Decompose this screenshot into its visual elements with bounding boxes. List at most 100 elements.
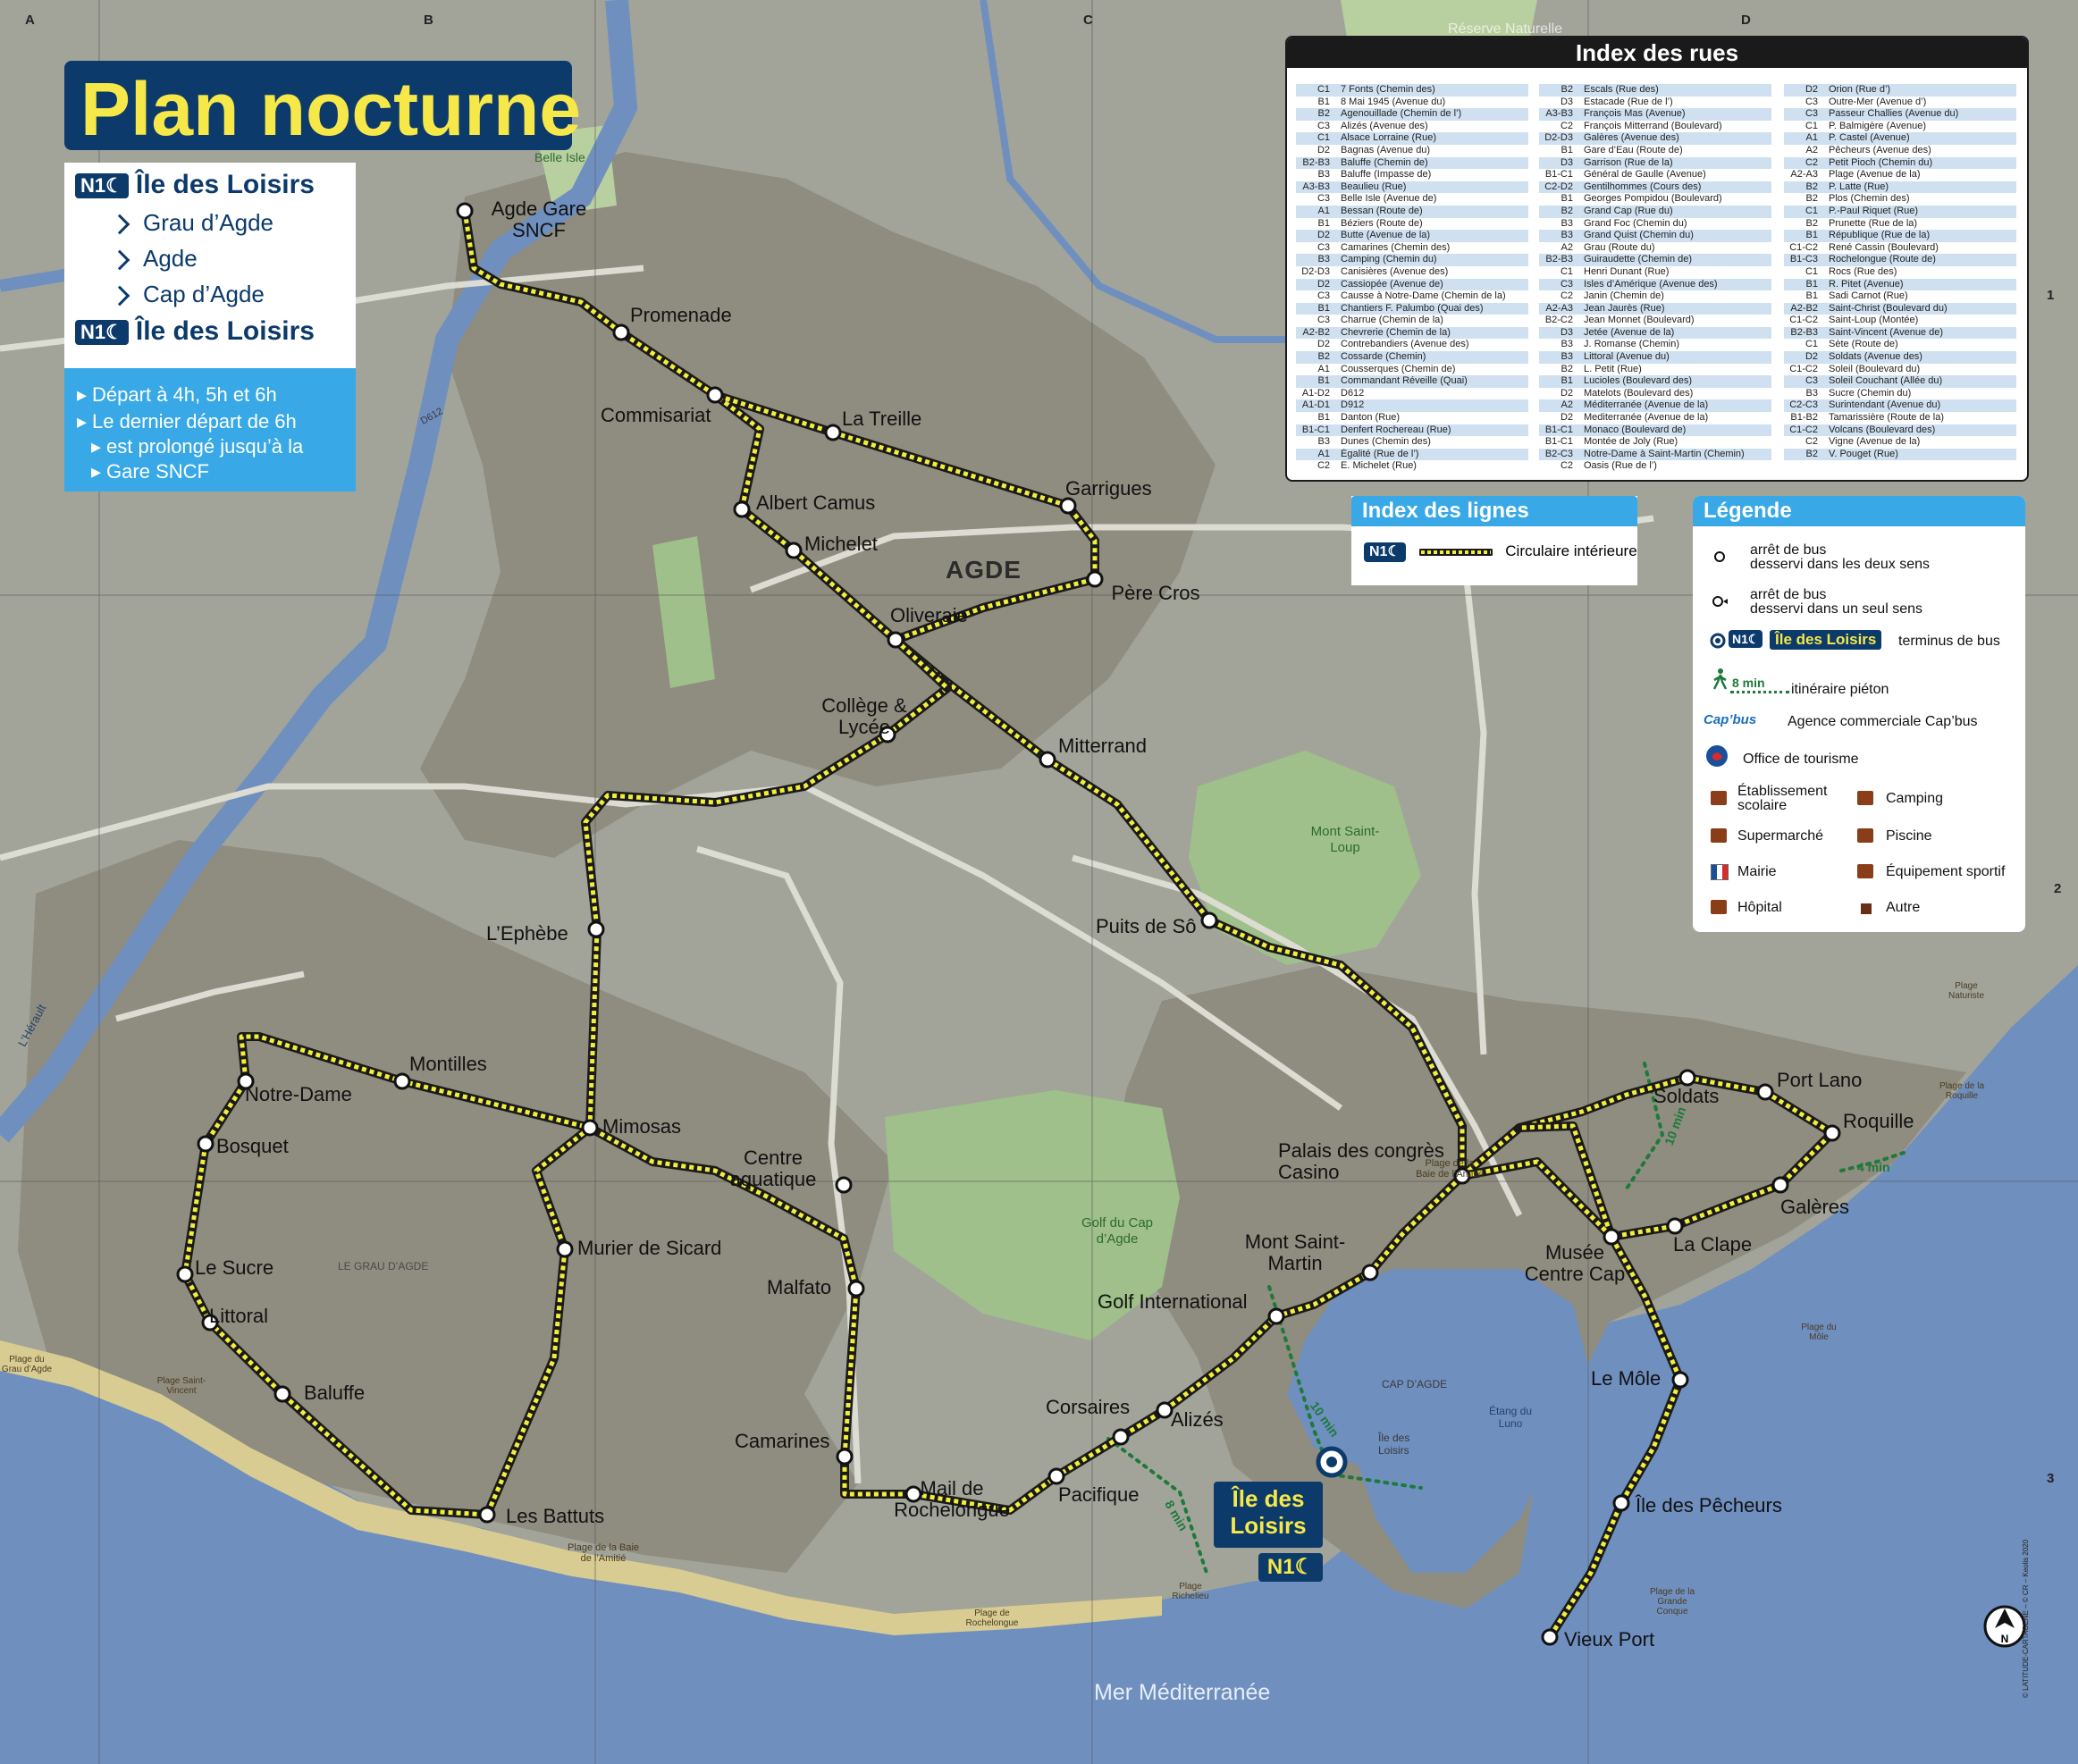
stop-label[interactable]: Notre-Dame — [245, 1083, 352, 1106]
bus-stop-marker[interactable] — [1612, 1494, 1630, 1512]
stop-label[interactable]: Camarines — [735, 1430, 829, 1453]
stop-label[interactable]: Port Lano — [1777, 1069, 1862, 1092]
stop-label[interactable]: Alizés — [1171, 1408, 1224, 1432]
stop-label[interactable]: Pacifique — [1058, 1483, 1140, 1507]
stop-label[interactable]: La Treille — [842, 407, 921, 431]
stop-label[interactable]: Centre aquatique — [715, 1147, 831, 1190]
bus-stop-marker[interactable] — [1756, 1083, 1774, 1101]
stop-label[interactable]: Mont Saint-Martin — [1237, 1231, 1353, 1274]
street-name: Tamarissière (Route de la) — [1829, 412, 1944, 424]
street-grid-ref: B2 — [1561, 363, 1573, 374]
bus-stop-marker[interactable] — [1156, 1401, 1174, 1419]
camping-icon — [1857, 791, 1873, 805]
street-index-row: C3 Outre-Mer (Avenue d’) — [1784, 97, 2016, 109]
street-name: Grand Quist (Chemin du) — [1584, 230, 1694, 241]
line-index-entry[interactable]: N1☾ Circulaire intérieure — [1364, 542, 1637, 562]
street-name: Mediterranée (Avenue de la) — [1584, 412, 1709, 424]
bus-stop-marker[interactable] — [887, 631, 904, 649]
bus-stop-marker[interactable] — [393, 1072, 411, 1090]
street-grid-ref: A1-D2 — [1301, 387, 1330, 399]
stop-label[interactable]: Roquille — [1843, 1110, 1914, 1133]
stop-label[interactable]: Agde Gare SNCF — [481, 198, 597, 241]
bus-stop-marker[interactable] — [1267, 1307, 1285, 1325]
stop-label[interactable]: Le Môle — [1591, 1367, 1661, 1390]
stop-label[interactable]: L’Ephèbe — [486, 922, 568, 945]
bus-stop-marker[interactable] — [478, 1506, 496, 1524]
bus-stop-marker[interactable] — [835, 1176, 853, 1194]
stop-label[interactable]: Musée Centre Cap — [1517, 1242, 1633, 1285]
stop-label[interactable]: Puits de Sô — [1096, 915, 1197, 938]
street-index-row: B3 Grand Foc (Chemin du) — [1539, 218, 1771, 231]
stop-label[interactable]: Commisariat — [601, 404, 711, 427]
bus-stop-marker[interactable] — [1541, 1628, 1559, 1646]
bus-stop-marker[interactable] — [1059, 497, 1077, 515]
stop-label[interactable]: Albert Camus — [756, 491, 875, 515]
bus-stop-marker[interactable] — [587, 920, 605, 938]
street-grid-ref: C2 — [1805, 156, 1818, 168]
stop-label[interactable]: Père Cros — [1098, 583, 1214, 604]
bus-stop-marker[interactable] — [1200, 911, 1218, 929]
bus-stop-marker[interactable] — [785, 542, 803, 559]
stop-label[interactable]: La Clape — [1673, 1233, 1752, 1256]
stop-label[interactable]: Corsaires — [1046, 1396, 1130, 1419]
stop-label[interactable]: Vieux Port — [1564, 1628, 1654, 1651]
stop-label[interactable]: Baluffe — [304, 1382, 365, 1405]
bus-stop-marker[interactable] — [1666, 1217, 1684, 1235]
legend-walk-label: itinéraire piéton — [1791, 682, 1889, 697]
stop-label[interactable]: Collège & Lycée — [806, 695, 922, 738]
stop-label[interactable]: Montilles — [409, 1053, 487, 1076]
stop-label[interactable]: Galères — [1780, 1196, 1849, 1219]
bus-stop-marker[interactable] — [197, 1135, 215, 1153]
bus-stop-marker[interactable] — [1823, 1124, 1841, 1142]
stop-label[interactable]: Michelet — [804, 533, 878, 556]
street-name: Notre-Dame à Saint-Martin (Chemin) — [1584, 448, 1745, 459]
stop-label[interactable]: Bosquet — [216, 1135, 289, 1158]
street-grid-ref: D3 — [1560, 96, 1573, 107]
terminus-label-box[interactable]: Île des Loisirs — [1214, 1482, 1323, 1548]
street-index-row: C2 E. Michelet (Rue) — [1296, 460, 1528, 473]
stop-label[interactable]: Littoral — [209, 1305, 268, 1328]
street-name: Janin (Chemin de) — [1584, 290, 1664, 302]
bus-stop-marker[interactable] — [273, 1385, 291, 1403]
bus-stop-marker[interactable] — [1039, 751, 1056, 769]
stop-label[interactable]: Garrigues — [1065, 477, 1152, 500]
bus-stop-marker[interactable] — [1112, 1428, 1130, 1446]
bus-stop-marker[interactable] — [581, 1119, 599, 1137]
bus-stop-marker[interactable] — [1047, 1467, 1065, 1485]
street-grid-ref: D2 — [1317, 278, 1330, 290]
bus-stop-marker[interactable] — [612, 323, 630, 341]
street-grid-ref: B2 — [1317, 108, 1330, 120]
legend-camping: Camping — [1886, 791, 1944, 806]
bus-stop-marker[interactable] — [733, 500, 751, 518]
stop-label[interactable]: Malfato — [767, 1276, 831, 1299]
stop-label[interactable]: Soldats — [1653, 1085, 1719, 1108]
stop-label[interactable]: Mimosas — [602, 1115, 681, 1138]
bus-stop-marker[interactable] — [1671, 1371, 1689, 1389]
street-name: Contrebandiers (Avenue des) — [1341, 339, 1469, 350]
bus-stop-marker[interactable] — [836, 1448, 854, 1466]
street-index-row: B1 Béziers (Route de) — [1296, 218, 1528, 231]
bus-stop-marker[interactable] — [706, 386, 724, 404]
bus-stop-marker[interactable] — [176, 1265, 194, 1283]
stop-label[interactable]: Île des Pêcheurs — [1636, 1494, 1782, 1517]
street-name: L. Petit (Rue) — [1584, 363, 1642, 374]
stop-label[interactable]: Le Sucre — [195, 1256, 273, 1280]
stop-label[interactable]: Promenade — [630, 304, 732, 327]
stop-label[interactable]: Mail de Rochelongue — [894, 1478, 1010, 1521]
street-index-row: C1-C2 Volcans (Boulevard des) — [1784, 424, 2016, 437]
bus-stop-marker[interactable] — [1361, 1264, 1379, 1281]
bus-stop-marker[interactable] — [556, 1240, 574, 1258]
stop-label[interactable]: Oliveraie — [890, 604, 968, 627]
bus-stop-marker[interactable] — [847, 1280, 865, 1298]
bus-stop-marker[interactable] — [1771, 1176, 1789, 1194]
stop-label[interactable]: Mitterrand — [1058, 735, 1147, 758]
terminus-marker[interactable] — [1316, 1446, 1348, 1478]
stop-label[interactable]: Les Battuts — [506, 1505, 604, 1528]
stop-label[interactable]: Murier de Sicard — [577, 1237, 721, 1260]
bus-stop-marker[interactable] — [1678, 1069, 1696, 1087]
street-grid-ref: B2 — [1805, 193, 1818, 205]
street-grid-ref: C1-C2 — [1789, 241, 1818, 253]
stop-label[interactable]: Golf International — [1098, 1290, 1248, 1314]
bus-stop-marker[interactable] — [824, 424, 842, 441]
bus-stop-marker[interactable] — [456, 202, 474, 220]
